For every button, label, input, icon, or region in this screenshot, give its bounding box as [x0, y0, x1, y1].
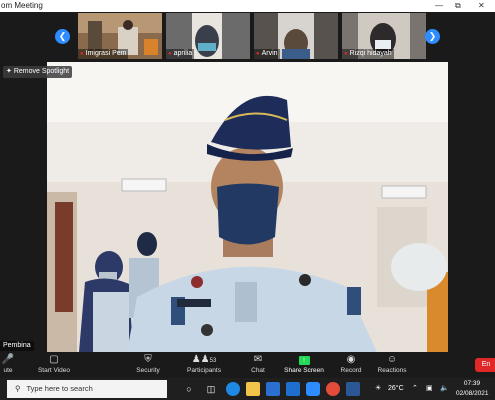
video-off-icon: ▢	[49, 354, 59, 365]
participant-tile[interactable]: ● aprilia	[166, 13, 250, 59]
participant-name: ● aprilia	[166, 49, 195, 59]
clock-date: 02/08/2021	[456, 390, 489, 397]
record-icon: ◉	[346, 354, 356, 365]
muted-mic-icon: ●	[168, 51, 172, 57]
muted-mic-icon: ●	[344, 51, 348, 57]
participant-tile[interactable]: ● Imigrasi Pem	[78, 13, 162, 59]
task-view-icon[interactable]: ◫	[204, 382, 218, 396]
chrome-icon[interactable]	[326, 382, 340, 396]
remove-spotlight-button[interactable]: ✦ Remove Spotlight	[3, 66, 73, 78]
edge-icon[interactable]	[226, 382, 240, 396]
muted-mic-icon: ●	[256, 51, 260, 57]
record-button[interactable]: ◉ Record	[338, 352, 364, 378]
windows-taskbar: ⚲ Type here to search ○ ◫ ☀ 26°C ⌃ ▣ 🔈 0…	[0, 378, 495, 400]
volume-icon[interactable]: 🔈	[440, 378, 449, 400]
clock-time: 07:39	[463, 380, 481, 387]
reactions-icon: ☺	[386, 354, 398, 365]
taskbar-search-box[interactable]: ⚲ Type here to search	[7, 380, 167, 398]
participant-name: ● Rizqi hidayah	[342, 49, 394, 59]
clock[interactable]: 07:39 02/08/2021	[456, 379, 489, 399]
participant-tile[interactable]: ● Arvin	[254, 13, 338, 59]
reactions-button[interactable]: ☺ Reactions	[376, 352, 408, 378]
participant-tile[interactable]: ● Rizqi hidayah	[342, 13, 426, 59]
prev-page-icon[interactable]: ❮	[55, 29, 70, 44]
muted-mic-icon: ●	[80, 51, 84, 57]
word-icon[interactable]	[346, 382, 360, 396]
mail-icon[interactable]	[286, 382, 300, 396]
participant-name: ● Arvin	[254, 49, 280, 59]
speaker-name-label: Pembina	[0, 341, 34, 351]
network-icon[interactable]: ▣	[426, 378, 433, 400]
window-title: om Meeting	[1, 1, 43, 10]
participants-icon: ♟♟53	[191, 354, 217, 365]
cortana-icon[interactable]: ○	[182, 382, 196, 396]
speaker-video-frame	[47, 62, 448, 352]
file-explorer-icon[interactable]	[246, 382, 260, 396]
minimize-icon[interactable]: —	[435, 0, 443, 12]
store-icon[interactable]	[266, 382, 280, 396]
search-icon: ⚲	[15, 384, 21, 393]
close-icon[interactable]: ✕	[478, 0, 485, 12]
share-screen-icon: ↑	[284, 352, 324, 367]
mute-button[interactable]: 🎤 ute	[0, 352, 16, 378]
participant-name: ● Imigrasi Pem	[78, 49, 129, 59]
participants-count: 53	[209, 358, 217, 364]
security-button[interactable]: ⛨ Security	[132, 352, 164, 378]
weather-temp[interactable]: 26°C	[388, 378, 404, 400]
shield-icon: ⛨	[144, 354, 152, 365]
chat-button[interactable]: ✉ Chat	[248, 352, 268, 378]
share-screen-button[interactable]: ↑ Share Screen	[284, 352, 324, 378]
zoom-app-icon[interactable]	[306, 382, 320, 396]
next-page-icon[interactable]: ❯	[425, 29, 440, 44]
end-meeting-button[interactable]: En	[475, 358, 495, 372]
weather-icon[interactable]: ☀	[375, 378, 381, 400]
chat-icon: ✉	[253, 354, 263, 365]
main-video[interactable]	[47, 62, 448, 352]
start-video-button[interactable]: ▢ Start Video	[34, 352, 74, 378]
participants-button[interactable]: ♟♟53 Participants	[184, 352, 224, 378]
participant-strip: ❮ ● Imigrasi Pem ● aprilia ● Arvin ● Riz…	[0, 12, 495, 62]
pin-icon: ✦	[6, 68, 12, 75]
title-bar: om Meeting — ⧉ ✕	[0, 0, 495, 12]
microphone-icon: 🎤	[1, 354, 15, 365]
restore-icon[interactable]: ⧉	[455, 0, 461, 12]
chevron-up-icon[interactable]: ⌃	[412, 378, 418, 400]
meeting-toolbar: 🎤 ute ▢ Start Video ⛨ Security ♟♟53 Part…	[0, 352, 495, 378]
